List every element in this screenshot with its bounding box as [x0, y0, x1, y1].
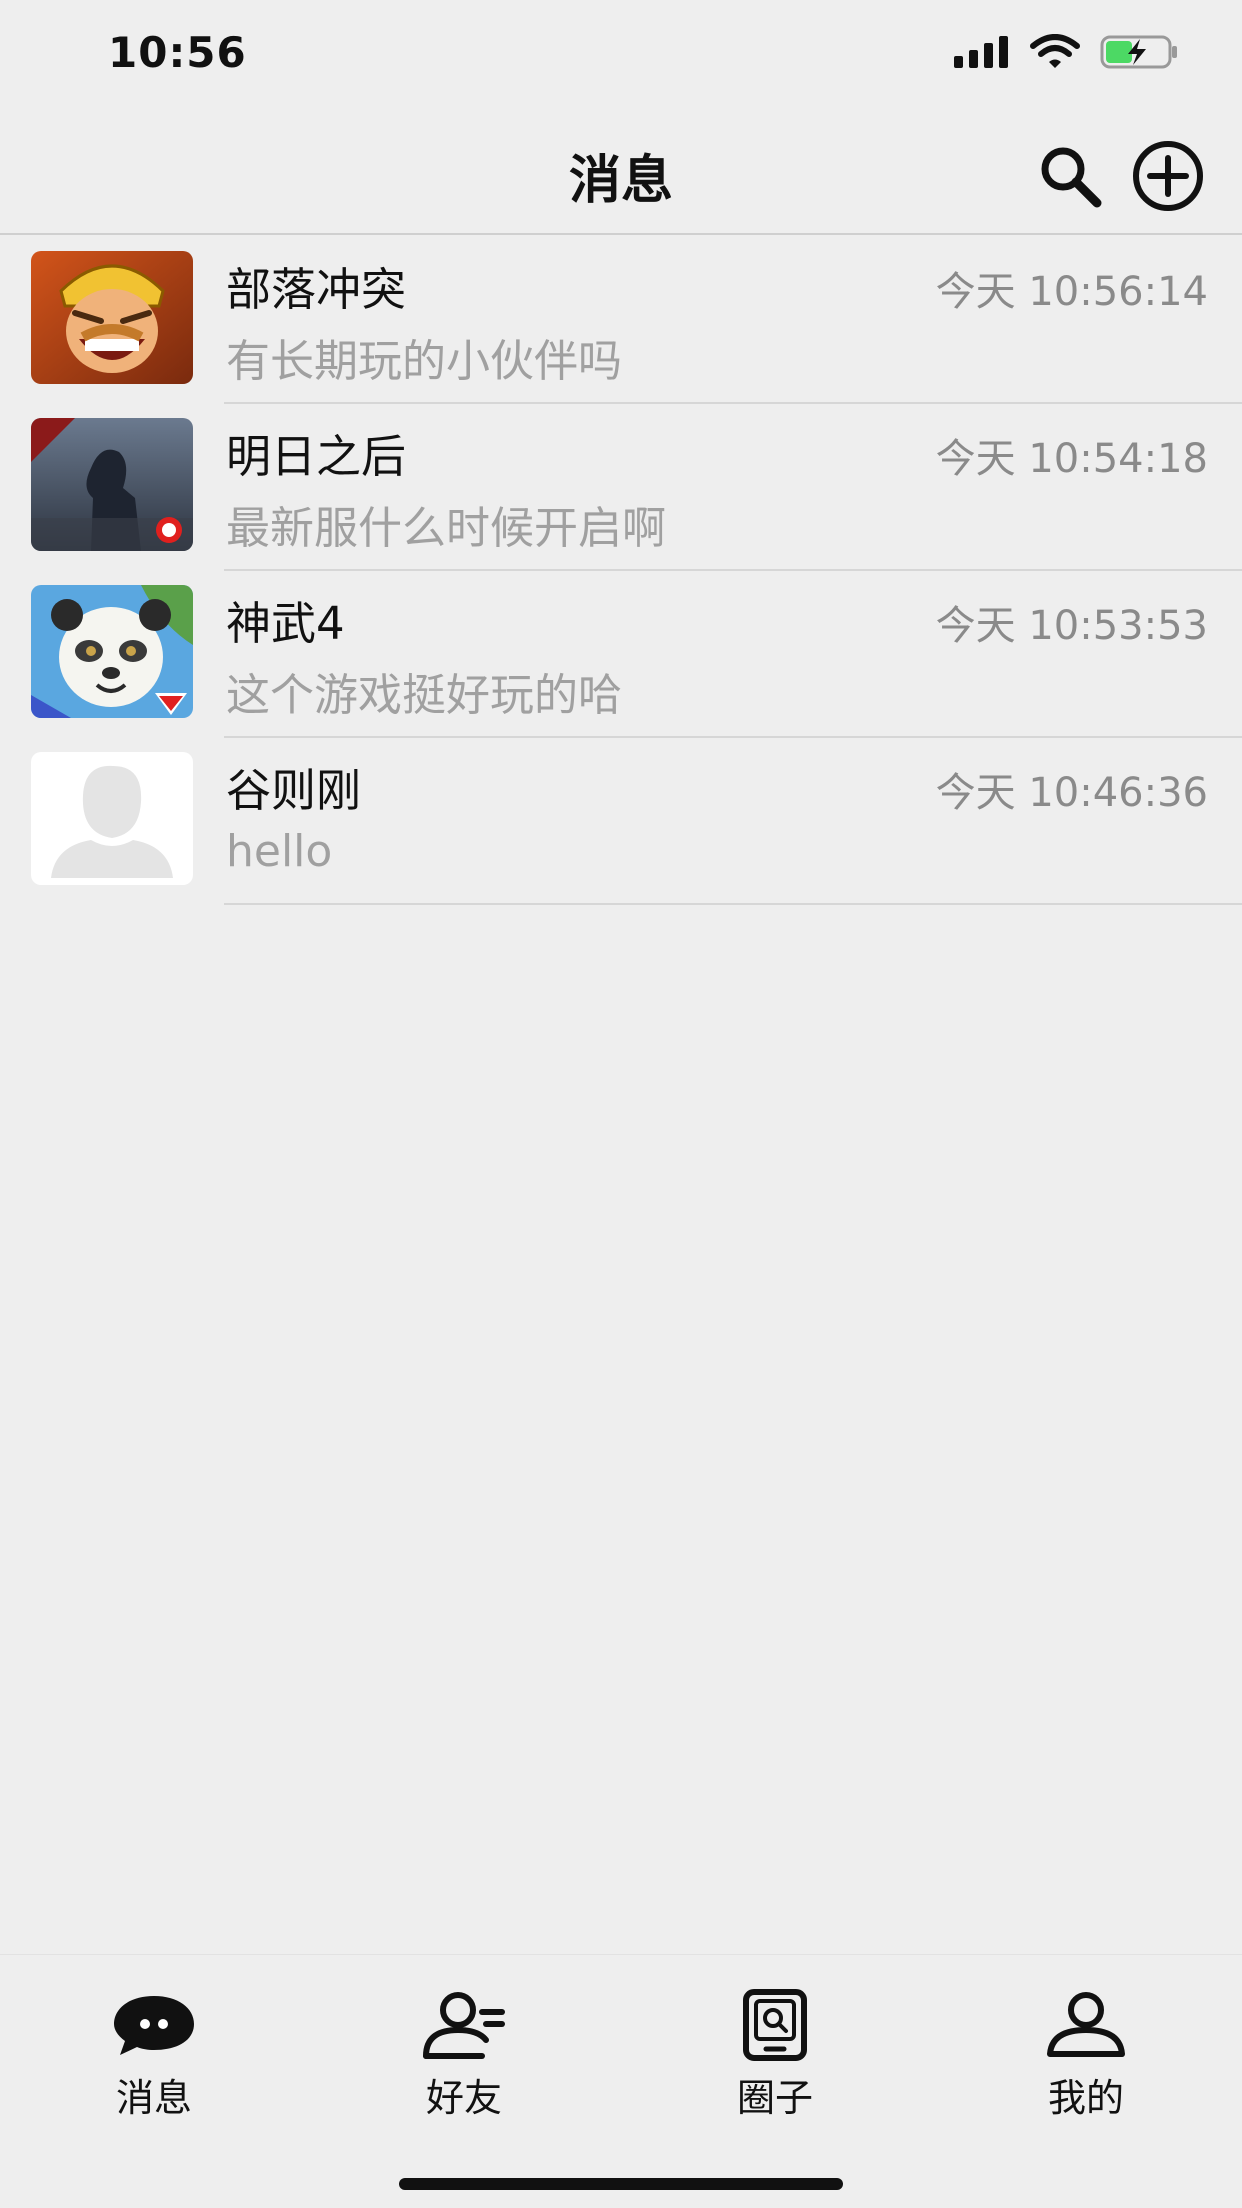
- battery-charging-icon: [1100, 34, 1180, 74]
- tab-circle[interactable]: 圈子: [675, 1985, 875, 2125]
- conversation-time: 今天 10:53:53: [935, 603, 1208, 649]
- search-button[interactable]: [1034, 140, 1106, 212]
- status-time: 10:56: [108, 28, 247, 77]
- status-icons: [954, 34, 1180, 74]
- add-circle-icon: [1133, 141, 1203, 211]
- clash-of-clans-avatar: [31, 251, 193, 384]
- default-user-avatar: [31, 752, 193, 885]
- tab-label: 消息: [115, 2076, 192, 2120]
- conversation-name: 神武4: [226, 597, 345, 650]
- conversation-preview: hello: [226, 826, 333, 877]
- conversation-name: 谷则刚: [226, 764, 362, 817]
- conversation-name: 部落冲突: [226, 263, 407, 316]
- tab-profile[interactable]: 我的: [986, 1985, 1186, 2125]
- conversation-item[interactable]: 谷则刚 今天 10:46:36 hello: [0, 738, 1242, 905]
- tab-friends[interactable]: 好友: [364, 1985, 564, 2125]
- search-icon: [1041, 147, 1102, 208]
- divider: [224, 903, 1242, 905]
- home-indicator[interactable]: [399, 2178, 843, 2190]
- tab-label: 圈子: [736, 2076, 813, 2120]
- conversation-list: 部落冲突 今天 10:56:14 有长期玩的小伙伴吗 明日之后 今天 10:54…: [0, 237, 1242, 905]
- tab-label: 我的: [1047, 2076, 1124, 2120]
- conversation-name: 明日之后: [226, 430, 407, 483]
- conversation-preview: 有长期玩的小伙伴吗: [226, 336, 622, 387]
- tab-bar: 消息 好友 圈子 我的: [0, 1954, 1242, 2208]
- conversation-preview: 这个游戏挺好玩的哈: [226, 670, 622, 721]
- life-after-avatar: [31, 418, 193, 551]
- add-button[interactable]: [1132, 140, 1204, 212]
- conversation-item[interactable]: 部落冲突 今天 10:56:14 有长期玩的小伙伴吗: [0, 237, 1242, 404]
- tab-messages[interactable]: 消息: [54, 1985, 254, 2125]
- profile-icon: [1041, 1985, 1131, 2065]
- signal-icon: [954, 36, 1010, 72]
- chat-bubble-icon: [109, 1985, 199, 2065]
- conversation-time: 今天 10:46:36: [935, 770, 1208, 816]
- conversation-item[interactable]: 明日之后 今天 10:54:18 最新服什么时候开启啊: [0, 404, 1242, 571]
- nav-bar: 消息: [0, 110, 1242, 235]
- wifi-icon: [1030, 34, 1080, 74]
- conversation-time: 今天 10:54:18: [935, 436, 1208, 482]
- shenwu-panda-avatar: [31, 585, 193, 718]
- friends-icon: [419, 1985, 509, 2065]
- conversation-time: 今天 10:56:14: [935, 269, 1208, 315]
- conversation-preview: 最新服什么时候开启啊: [226, 503, 666, 554]
- circle-icon: [730, 1985, 820, 2065]
- status-bar: 10:56: [0, 0, 1242, 110]
- conversation-item[interactable]: 神武4 今天 10:53:53 这个游戏挺好玩的哈: [0, 571, 1242, 738]
- tab-label: 好友: [425, 2076, 502, 2120]
